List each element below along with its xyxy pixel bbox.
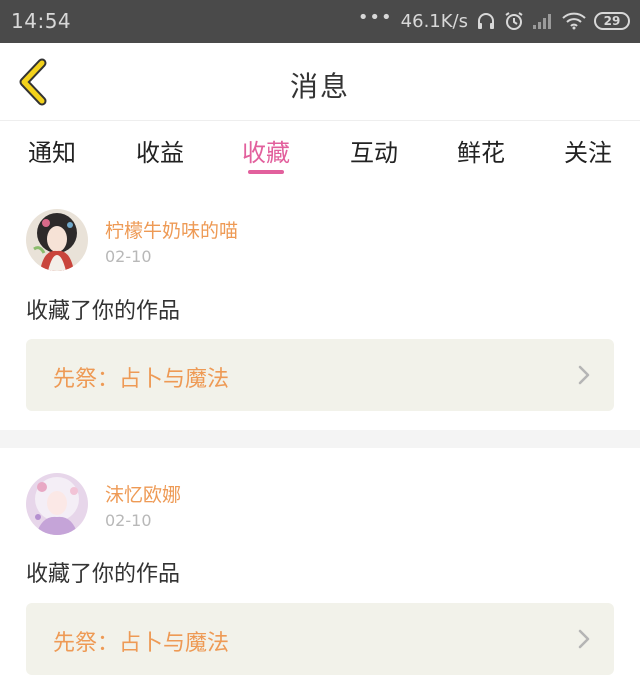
battery-level: 29 (603, 14, 621, 28)
headphones-icon (476, 11, 496, 31)
tab-notifications[interactable]: 通知 (12, 133, 92, 168)
tab-interactions[interactable]: 互动 (334, 133, 414, 168)
work-link-card[interactable]: 先祭：占卜与魔法 (26, 339, 614, 411)
message-date: 02-10 (105, 247, 152, 266)
avatar[interactable] (26, 209, 88, 271)
status-icons: ••• 46.1K/s 29 (358, 8, 630, 34)
action-text: 收藏了你的作品 (26, 299, 181, 324)
chevron-right-icon (578, 629, 590, 649)
action-text: 收藏了你的作品 (26, 562, 181, 587)
status-bar: 14:54 ••• 46.1K/s 29 (0, 0, 640, 43)
tab-earnings[interactable]: 收益 (120, 133, 200, 168)
username[interactable]: 沫忆欧娜 (105, 480, 181, 507)
tab-flowers[interactable]: 鲜花 (441, 133, 521, 168)
signal-icon (532, 12, 554, 30)
wifi-icon (562, 12, 586, 30)
work-link-card[interactable]: 先祭：占卜与魔法 (26, 603, 614, 675)
active-tab-indicator (248, 170, 284, 174)
message-date: 02-10 (105, 511, 152, 530)
page-title: 消息 (289, 70, 350, 103)
section-divider (0, 430, 640, 448)
top-bar: 消息 (0, 43, 640, 121)
chevron-right-icon (578, 365, 590, 385)
tab-favorites[interactable]: 收藏 (226, 133, 306, 168)
tab-bar: 通知 收益 收藏 互动 鲜花 关注 (0, 121, 640, 181)
notification-dots: ••• (357, 7, 393, 28)
username[interactable]: 柠檬牛奶味的喵 (105, 216, 238, 243)
work-title: 先祭：占卜与魔法 (53, 631, 230, 656)
status-time: 14:54 (11, 9, 72, 33)
tab-follows[interactable]: 关注 (548, 133, 628, 168)
avatar[interactable] (26, 473, 88, 535)
alarm-icon (504, 11, 524, 31)
work-title: 先祭：占卜与魔法 (53, 367, 230, 392)
message-item: 沫忆欧娜 02-10 收藏了你的作品 先祭：占卜与魔法 (0, 448, 640, 692)
message-item: 柠檬牛奶味的喵 02-10 收藏了你的作品 先祭：占卜与魔法 (0, 181, 640, 430)
network-speed: 46.1K/s (400, 10, 468, 32)
battery-icon: 29 (594, 12, 630, 30)
